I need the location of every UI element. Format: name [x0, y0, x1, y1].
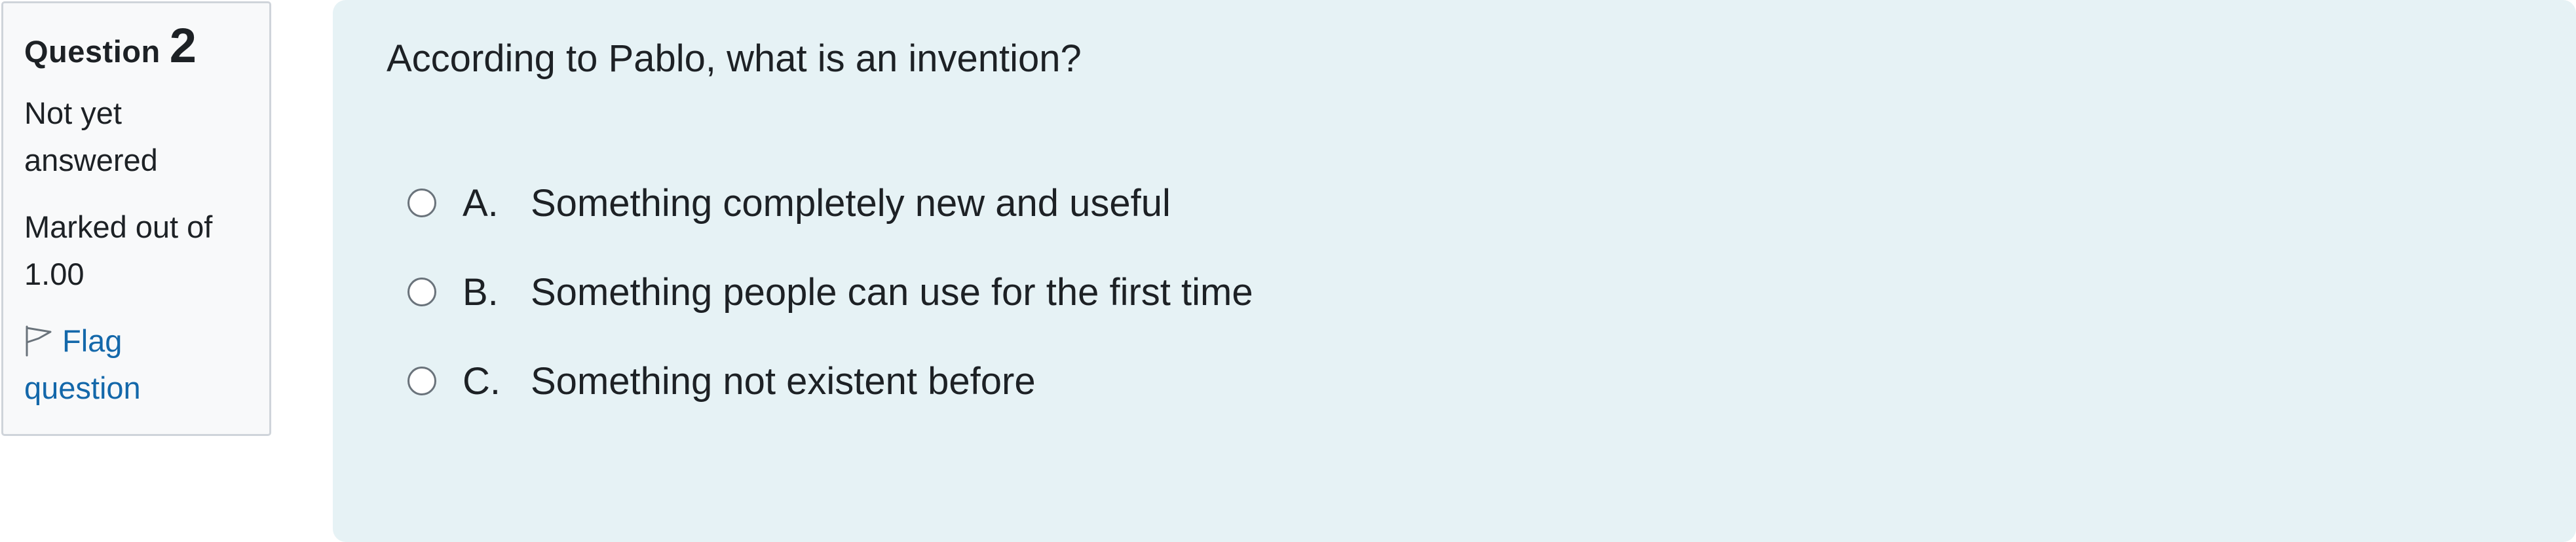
answer-list: A. Something completely new and useful B… — [407, 158, 2522, 425]
question-grade: Marked out of 1.00 — [24, 204, 248, 298]
flag-question-link[interactable]: Flag question — [24, 317, 248, 412]
question-content-panel: According to Pablo, what is an invention… — [333, 0, 2576, 542]
question-state: Not yet answered — [24, 90, 248, 184]
question-state-line1: Not yet — [24, 96, 122, 130]
page: Question 2 Not yet answered Marked out o… — [0, 0, 2576, 542]
answer-text-b[interactable]: Something people can use for the first t… — [531, 270, 1253, 314]
answer-letter-b: B. — [463, 270, 499, 314]
question-heading: Question 2 — [24, 22, 248, 70]
answer-option-a[interactable]: A. Something completely new and useful — [407, 158, 2522, 247]
radio-c[interactable] — [407, 367, 436, 395]
answer-letter-c: C. — [463, 359, 501, 403]
question-label: Question — [24, 34, 161, 69]
answer-option-b[interactable]: B. Something people can use for the firs… — [407, 247, 2522, 336]
answer-option-c[interactable]: C. Something not existent before — [407, 336, 2522, 425]
question-text: According to Pablo, what is an invention… — [387, 37, 1082, 80]
flag-icon — [24, 323, 53, 357]
answer-text-c[interactable]: Something not existent before — [531, 359, 1036, 403]
flag-question-line1: Flag — [62, 323, 123, 358]
question-state-line2: answered — [24, 143, 158, 177]
radio-b[interactable] — [407, 278, 436, 306]
flag-question-line2: question — [24, 370, 141, 405]
question-grade-line2: 1.00 — [24, 257, 85, 291]
answer-text-a[interactable]: Something completely new and useful — [531, 181, 1171, 225]
question-grade-line1: Marked out of — [24, 209, 213, 244]
question-number: 2 — [169, 18, 197, 73]
question-info-card: Question 2 Not yet answered Marked out o… — [1, 1, 271, 436]
answer-letter-a: A. — [463, 181, 499, 225]
radio-a[interactable] — [407, 189, 436, 217]
